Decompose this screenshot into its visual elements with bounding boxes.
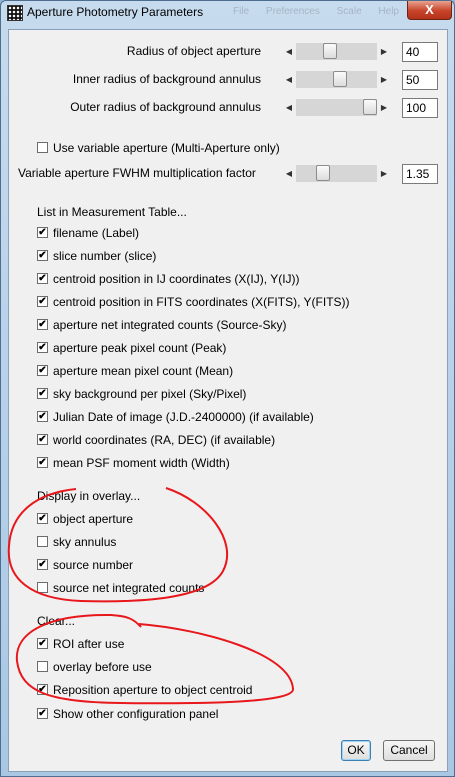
- star-field-icon: [7, 5, 23, 21]
- slider-thumb[interactable]: [316, 165, 330, 181]
- slider-track[interactable]: [296, 43, 377, 60]
- title-bar[interactable]: Aperture Photometry Parameters File Pref…: [1, 1, 454, 23]
- overlay-label: source net integrated counts: [53, 581, 205, 595]
- check-icon[interactable]: ✔: [37, 319, 48, 330]
- overlay-heading: Display in overlay...: [37, 489, 141, 503]
- clear-heading: Clear...: [37, 614, 76, 628]
- window-title: Aperture Photometry Parameters: [27, 5, 204, 19]
- check-icon[interactable]: ✔: [37, 296, 48, 307]
- variable-aperture-label: Use variable aperture (Multi-Aperture on…: [53, 141, 280, 155]
- check-icon[interactable]: ✔: [37, 684, 48, 695]
- check-icon[interactable]: ✔: [37, 434, 48, 445]
- background-menu-file: File: [233, 6, 250, 17]
- dialog-window: Aperture Photometry Parameters File Pref…: [0, 0, 455, 777]
- radius-object-field[interactable]: 40: [402, 42, 438, 62]
- slider-right-arrow-icon[interactable]: ▶: [379, 167, 389, 180]
- measurement-label: centroid position in IJ coordinates (X(I…: [53, 272, 300, 286]
- slider-right-arrow-icon[interactable]: ▶: [379, 45, 389, 58]
- radius-object-slider[interactable]: ◀ ▶: [284, 43, 389, 60]
- radius-object-label: Radius of object aperture: [126, 44, 261, 58]
- checkbox[interactable]: [37, 142, 48, 153]
- check-icon[interactable]: ✔: [37, 559, 48, 570]
- measurement-label: sky background per pixel (Sky/Pixel): [53, 387, 247, 401]
- ok-button[interactable]: OK: [341, 740, 371, 761]
- close-button[interactable]: X: [407, 1, 452, 20]
- slider-thumb[interactable]: [363, 99, 377, 115]
- overlay-label: object aperture: [53, 512, 134, 526]
- measurement-heading: List in Measurement Table...: [37, 205, 187, 219]
- fwhm-factor-slider[interactable]: ◀ ▶: [284, 165, 389, 182]
- check-icon[interactable]: ✔: [37, 388, 48, 399]
- outer-radius-label: Outer radius of background annulus: [70, 100, 261, 114]
- background-menu: File Preferences Scale Help: [233, 6, 413, 17]
- slider-track[interactable]: [296, 71, 377, 88]
- checkbox[interactable]: [37, 582, 48, 593]
- check-icon[interactable]: ✔: [37, 250, 48, 261]
- slider-left-arrow-icon[interactable]: ◀: [284, 101, 294, 114]
- slider-right-arrow-icon[interactable]: ▶: [379, 73, 389, 86]
- checkbox[interactable]: [37, 661, 48, 672]
- check-icon[interactable]: ✔: [37, 708, 48, 719]
- clear-label: ROI after use: [53, 637, 125, 651]
- background-menu-preferences: Preferences: [265, 6, 320, 17]
- slider-right-arrow-icon[interactable]: ▶: [379, 101, 389, 114]
- slider-track[interactable]: [296, 165, 377, 182]
- measurement-label: aperture peak pixel count (Peak): [53, 341, 227, 355]
- fwhm-factor-field[interactable]: 1.35: [402, 164, 438, 184]
- measurement-label: Julian Date of image (J.D.-2400000) (if …: [53, 410, 314, 424]
- check-icon[interactable]: ✔: [37, 513, 48, 524]
- inner-radius-field[interactable]: 50: [402, 70, 438, 90]
- outer-radius-slider[interactable]: ◀ ▶: [284, 99, 389, 116]
- background-menu-scale: Scale: [336, 6, 362, 17]
- inner-radius-slider[interactable]: ◀ ▶: [284, 71, 389, 88]
- check-icon[interactable]: ✔: [37, 638, 48, 649]
- slider-left-arrow-icon[interactable]: ◀: [284, 167, 294, 180]
- slider-track[interactable]: [296, 99, 377, 116]
- measurement-label: mean PSF moment width (Width): [53, 456, 230, 470]
- check-icon[interactable]: ✔: [37, 342, 48, 353]
- checkbox[interactable]: [37, 536, 48, 547]
- inner-radius-label: Inner radius of background annulus: [72, 72, 261, 86]
- measurement-label: filename (Label): [53, 226, 140, 240]
- overlay-label: sky annulus: [53, 535, 117, 549]
- cancel-button[interactable]: Cancel: [383, 740, 435, 761]
- other-config-label: Show other configuration panel: [53, 707, 219, 721]
- slider-thumb[interactable]: [333, 71, 347, 87]
- measurement-label: world coordinates (RA, DEC) (if availabl…: [53, 433, 276, 447]
- slider-thumb[interactable]: [323, 43, 337, 59]
- overlay-label: source number: [53, 558, 134, 572]
- slider-left-arrow-icon[interactable]: ◀: [284, 45, 294, 58]
- check-icon[interactable]: ✔: [37, 411, 48, 422]
- check-icon[interactable]: ✔: [37, 273, 48, 284]
- check-icon[interactable]: ✔: [37, 365, 48, 376]
- outer-radius-field[interactable]: 100: [402, 98, 438, 118]
- dialog-content: Radius of object aperture ◀ ▶ 40 Inner r…: [8, 29, 448, 772]
- clear-label: Reposition aperture to object centroid: [53, 683, 253, 697]
- clear-label: overlay before use: [53, 660, 152, 674]
- background-menu-help: Help: [378, 6, 399, 17]
- fwhm-factor-label: Variable aperture FWHM multiplication fa…: [18, 166, 256, 180]
- measurement-label: aperture mean pixel count (Mean): [53, 364, 234, 378]
- measurement-label: centroid position in FITS coordinates (X…: [53, 295, 350, 309]
- measurement-label: aperture net integrated counts (Source-S…: [53, 318, 287, 332]
- check-icon[interactable]: ✔: [37, 227, 48, 238]
- close-icon: X: [425, 2, 434, 17]
- check-icon[interactable]: ✔: [37, 457, 48, 468]
- measurement-label: slice number (slice): [53, 249, 157, 263]
- slider-left-arrow-icon[interactable]: ◀: [284, 73, 294, 86]
